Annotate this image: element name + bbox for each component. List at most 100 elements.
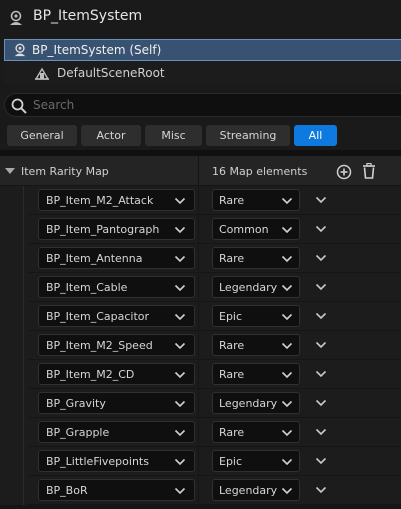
map-key-dropdown[interactable]: BP_Gravity (38, 392, 195, 414)
row-options-chevron-icon[interactable] (315, 254, 327, 262)
row-options-chevron-icon[interactable] (315, 196, 327, 204)
chevron-down-icon (281, 226, 293, 234)
chevron-down-icon (174, 458, 186, 466)
map-key-dropdown[interactable]: BP_Item_Capacitor (38, 305, 195, 327)
collapse-caret-icon[interactable] (5, 168, 15, 174)
column-divider[interactable] (198, 156, 199, 186)
map-entry-row: BP_Item_M2_Attack Rare (0, 186, 401, 215)
property-name: Item Rarity Map (21, 165, 109, 178)
row-options-chevron-icon[interactable] (315, 486, 327, 494)
map-value-label: Rare (219, 426, 245, 439)
tree-item-self[interactable]: BP_ItemSystem (Self) (4, 39, 401, 61)
chevron-down-icon (174, 429, 186, 437)
component-tree: BP_ItemSystem (Self) DefaultSceneRoot (0, 36, 401, 88)
chevron-down-icon (281, 197, 293, 205)
map-key-label: BP_Item_Cable (46, 281, 128, 294)
column-divider[interactable] (198, 360, 199, 389)
map-entry-row: BP_Item_M2_Speed Rare (0, 331, 401, 360)
tree-item-default-scene-root[interactable]: DefaultSceneRoot (4, 62, 401, 84)
map-key-dropdown[interactable]: BP_Item_M2_Speed (38, 334, 195, 356)
map-value-dropdown[interactable]: Legendary (212, 479, 300, 501)
chevron-down-icon (281, 429, 293, 437)
search-input[interactable] (33, 96, 393, 114)
map-key-label: BP_Grapple (46, 426, 110, 439)
map-key-dropdown[interactable]: BP_Grapple (38, 421, 195, 443)
column-divider[interactable] (198, 302, 199, 331)
row-options-chevron-icon[interactable] (315, 341, 327, 349)
map-value-dropdown[interactable]: Legendary (212, 392, 300, 414)
page-title: BP_ItemSystem (33, 8, 143, 24)
column-divider[interactable] (198, 186, 199, 215)
row-options-chevron-icon[interactable] (315, 457, 327, 465)
map-value-label: Rare (219, 368, 245, 381)
map-value-dropdown[interactable]: Rare (212, 363, 300, 385)
column-divider[interactable] (198, 331, 199, 360)
chevron-down-icon (174, 197, 186, 205)
row-options-chevron-icon[interactable] (315, 399, 327, 407)
chevron-down-icon (174, 255, 186, 263)
column-divider[interactable] (198, 418, 199, 447)
pawn-icon (14, 43, 26, 57)
map-key-dropdown[interactable]: BP_Item_Antenna (38, 247, 195, 269)
row-options-chevron-icon[interactable] (315, 370, 327, 378)
map-entry-row: BP_LittleFivepoints Epic (0, 447, 401, 476)
add-element-icon[interactable] (336, 164, 352, 180)
chevron-down-icon (281, 371, 293, 379)
map-key-dropdown[interactable]: BP_Item_Cable (38, 276, 195, 298)
map-entry-row: BP_Item_Pantograph Common (0, 215, 401, 244)
row-options-chevron-icon[interactable] (315, 283, 327, 291)
map-value-dropdown[interactable]: Legendary (212, 276, 300, 298)
indent-guide (23, 360, 24, 389)
pawn-icon (10, 10, 22, 25)
map-value-label: Rare (219, 252, 245, 265)
map-value-label: Rare (219, 339, 245, 352)
chevron-down-icon (174, 284, 186, 292)
column-divider[interactable] (198, 273, 199, 302)
map-value-label: Epic (219, 310, 243, 323)
map-key-label: BP_Item_M2_Speed (46, 339, 153, 352)
map-value-dropdown[interactable]: Rare (212, 189, 300, 211)
map-value-label: Legendary (219, 397, 278, 410)
map-key-dropdown[interactable]: BP_Item_Pantograph (38, 218, 195, 240)
filter-streaming-button[interactable]: Streaming (206, 125, 290, 146)
tree-item-label: DefaultSceneRoot (57, 66, 165, 80)
chevron-down-icon (174, 400, 186, 408)
map-key-label: BP_Item_Antenna (46, 252, 143, 265)
indent-guide (23, 476, 24, 505)
filter-all-button[interactable]: All (294, 125, 337, 146)
filter-misc-button[interactable]: Misc (145, 125, 202, 146)
map-entry-row: BP_BoR Legendary (0, 476, 401, 505)
map-value-dropdown[interactable]: Epic (212, 305, 300, 327)
column-divider[interactable] (198, 215, 199, 244)
indent-guide (23, 331, 24, 360)
row-options-chevron-icon[interactable] (315, 312, 327, 320)
map-key-label: BP_Item_M2_CD (46, 368, 135, 381)
map-key-label: BP_Item_Capacitor (46, 310, 150, 323)
map-value-dropdown[interactable]: Rare (212, 334, 300, 356)
filter-general-button[interactable]: General (7, 125, 77, 146)
column-divider[interactable] (198, 476, 199, 505)
chevron-down-icon (281, 487, 293, 495)
search-box[interactable] (4, 93, 401, 117)
map-key-dropdown[interactable]: BP_Item_M2_CD (38, 363, 195, 385)
row-options-chevron-icon[interactable] (315, 225, 327, 233)
chevron-down-icon (281, 342, 293, 350)
map-key-dropdown[interactable]: BP_BoR (38, 479, 195, 501)
map-value-dropdown[interactable]: Epic (212, 450, 300, 472)
indent-guide (23, 186, 24, 215)
map-value-dropdown[interactable]: Common (212, 218, 300, 240)
indent-guide (23, 244, 24, 273)
row-options-chevron-icon[interactable] (315, 428, 327, 436)
filter-actor-button[interactable]: Actor (81, 125, 141, 146)
trash-icon[interactable] (362, 163, 376, 179)
column-divider[interactable] (198, 244, 199, 273)
map-key-dropdown[interactable]: BP_Item_M2_Attack (38, 189, 195, 211)
chevron-down-icon (281, 284, 293, 292)
map-value-dropdown[interactable]: Rare (212, 247, 300, 269)
chevron-down-icon (174, 226, 186, 234)
map-key-dropdown[interactable]: BP_LittleFivepoints (38, 450, 195, 472)
column-divider[interactable] (198, 389, 199, 418)
map-value-dropdown[interactable]: Rare (212, 421, 300, 443)
column-divider[interactable] (198, 447, 199, 476)
search-icon (11, 98, 27, 114)
